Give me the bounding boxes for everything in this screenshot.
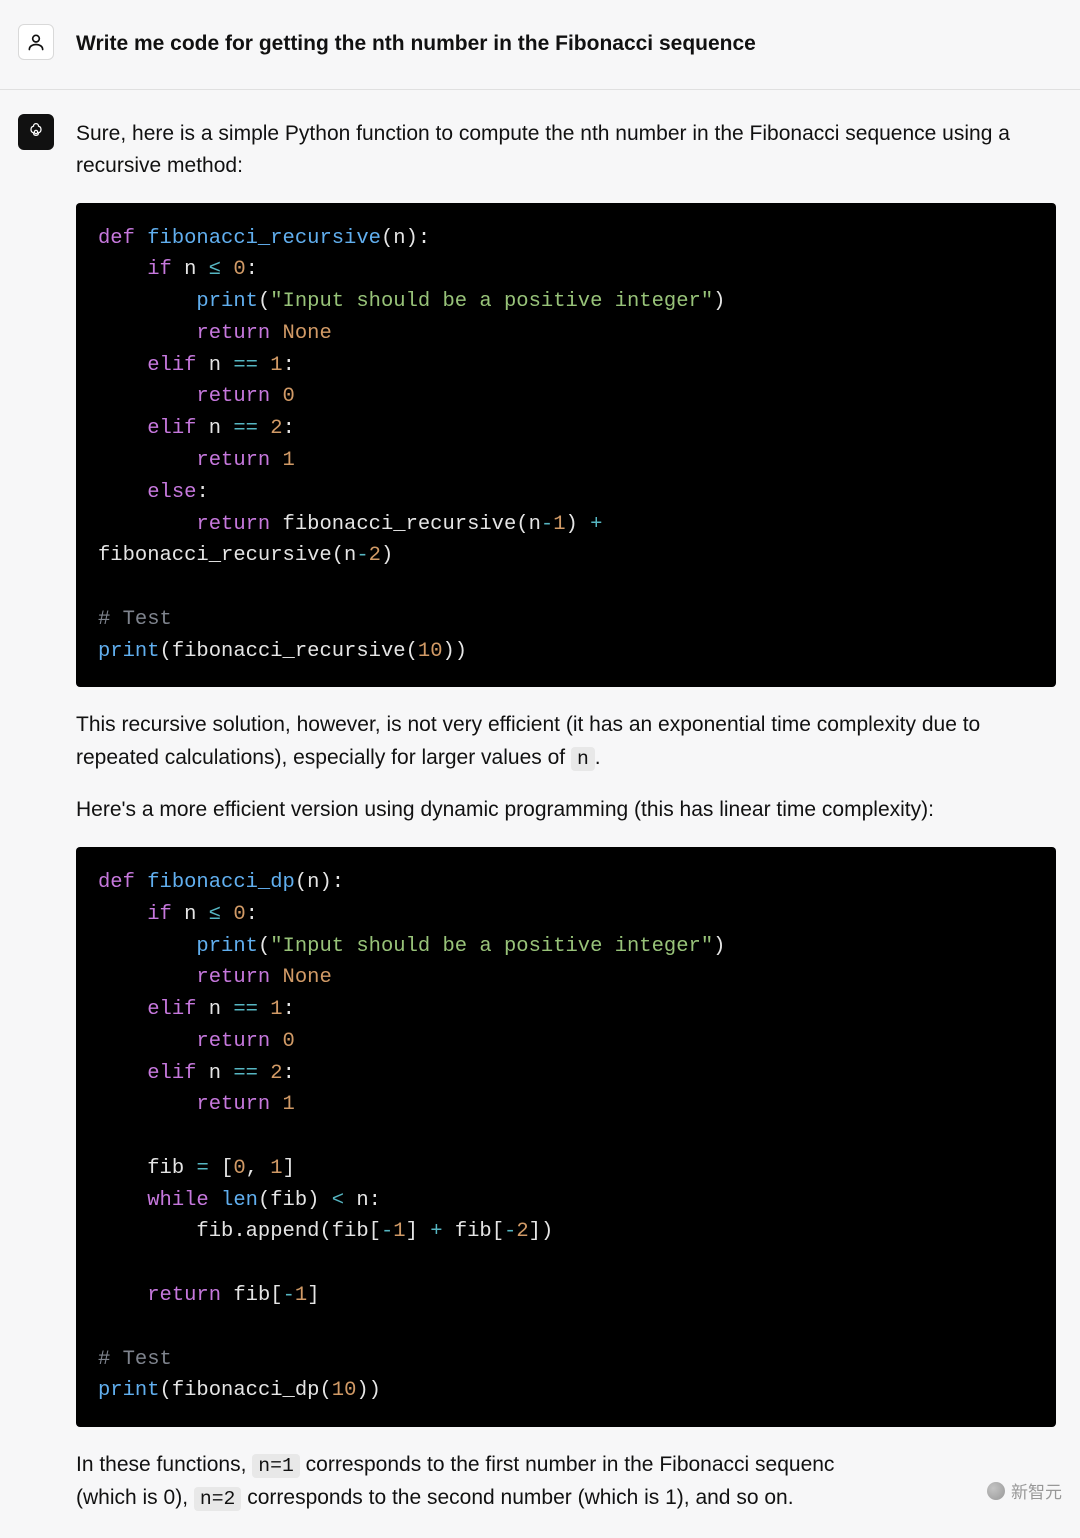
keyword-if: if <box>147 258 172 281</box>
assistant-message: Sure, here is a simple Python function t… <box>0 90 1080 1538</box>
keyword-def: def <box>98 227 135 250</box>
assistant-avatar-icon <box>18 114 54 150</box>
comment-test: # Test <box>98 608 172 631</box>
assistant-outro-text: In these functions, n=1 corresponds to t… <box>76 1449 1056 1514</box>
assistant-intro-text: Sure, here is a simple Python function t… <box>76 118 1056 183</box>
assistant-mid-text-1: This recursive solution, however, is not… <box>76 709 1056 774</box>
inline-code-n2: n=2 <box>194 1487 242 1511</box>
inline-code-n1: n=1 <box>252 1454 300 1478</box>
assistant-mid-text-2: Here's a more efficient version using dy… <box>76 794 1056 827</box>
print-call: print <box>196 290 258 313</box>
watermark: 新智元 <box>987 1478 1062 1503</box>
assistant-content: Sure, here is a simple Python function t… <box>76 114 1056 1515</box>
function-name: fibonacci_recursive <box>147 227 381 250</box>
code-block-recursive[interactable]: def fibonacci_recursive(n): if n ≤ 0: pr… <box>76 203 1056 688</box>
watermark-icon <box>987 1482 1005 1500</box>
user-prompt-text: Write me code for getting the nth number… <box>76 24 1056 61</box>
user-message: Write me code for getting the nth number… <box>0 0 1080 90</box>
function-name-dp: fibonacci_dp <box>147 871 295 894</box>
watermark-text: 新智元 <box>1011 1478 1062 1503</box>
user-avatar-icon <box>18 24 54 60</box>
inline-code-n: n <box>571 747 595 771</box>
code-block-dp[interactable]: def fibonacci_dp(n): if n ≤ 0: print("In… <box>76 847 1056 1427</box>
